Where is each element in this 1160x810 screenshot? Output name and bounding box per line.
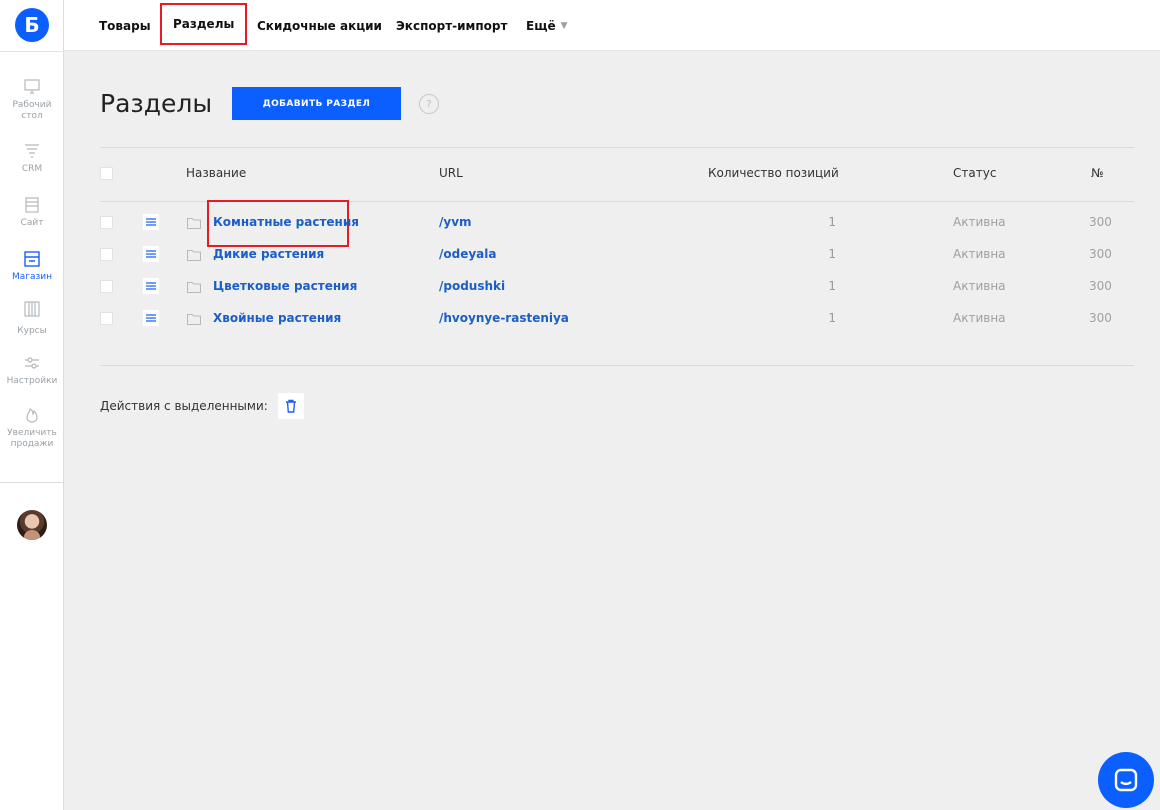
- sort-number: 300: [1089, 311, 1112, 325]
- folder-icon: [187, 282, 201, 293]
- section-url-link[interactable]: /podushki: [439, 279, 505, 293]
- sort-number: 300: [1089, 215, 1112, 229]
- status-badge: Активна: [953, 215, 1006, 229]
- sidebar-item-label: Увеличить: [7, 428, 57, 438]
- chat-button[interactable]: [1098, 752, 1154, 808]
- sidebar-item-crm[interactable]: CRM: [0, 142, 64, 175]
- tab-products[interactable]: Товары: [99, 0, 151, 51]
- sidebar-item-label: стол: [21, 111, 43, 121]
- folder-icon: [187, 250, 201, 261]
- position-count: 1: [828, 215, 836, 229]
- sidebar-item-label: Настройки: [6, 376, 58, 386]
- status-badge: Активна: [953, 311, 1006, 325]
- column-header-status[interactable]: Статус: [953, 166, 996, 180]
- position-count: 1: [828, 279, 836, 293]
- row-checkbox[interactable]: [100, 248, 113, 261]
- section-name-link[interactable]: Хвойные растения: [213, 311, 341, 325]
- funnel-icon: [25, 144, 39, 158]
- sidebar-item-label: Курсы: [17, 326, 47, 336]
- drag-handle-icon[interactable]: [143, 214, 159, 230]
- divider: [100, 147, 1134, 148]
- chat-icon: [1114, 768, 1138, 792]
- logo[interactable]: Б: [15, 8, 49, 42]
- sort-number: 300: [1089, 247, 1112, 261]
- tab-more[interactable]: Ещё ▼: [526, 0, 568, 51]
- tab-export-import[interactable]: Экспорт-импорт: [396, 0, 507, 51]
- drag-handle-icon[interactable]: [143, 246, 159, 262]
- add-section-button[interactable]: ДОБАВИТЬ РАЗДЕЛ: [232, 87, 401, 120]
- sidebar-item-courses[interactable]: Курсы: [0, 300, 64, 337]
- section-name-link[interactable]: Комнатные растения: [213, 215, 359, 229]
- chevron-down-icon: ▼: [560, 20, 568, 31]
- drag-handle-icon[interactable]: [143, 310, 159, 326]
- top-nav: Товары Разделы Скидочные акции Экспорт-и…: [64, 0, 1160, 51]
- site-icon: [25, 197, 39, 213]
- desktop-icon: [24, 79, 40, 94]
- courses-icon: [24, 301, 40, 317]
- folder-icon: [187, 314, 201, 325]
- trash-icon: [286, 399, 296, 413]
- tab-discounts[interactable]: Скидочные акции: [257, 0, 382, 51]
- page-title: Разделы: [100, 89, 213, 118]
- delete-selected-button[interactable]: [278, 393, 304, 419]
- row-checkbox[interactable]: [100, 216, 113, 229]
- bulk-actions-label: Действия с выделенными:: [100, 399, 268, 413]
- tab-more-label: Ещё: [526, 18, 556, 33]
- settings-icon: [25, 357, 39, 369]
- sidebar-item-desktop[interactable]: Рабочий стол: [0, 78, 64, 122]
- column-header-count[interactable]: Количество позиций: [708, 166, 839, 180]
- help-icon[interactable]: ?: [419, 94, 439, 114]
- sidebar-item-boost-sales[interactable]: Увеличить продажи: [0, 406, 64, 450]
- row-checkbox[interactable]: [100, 280, 113, 293]
- select-all-checkbox[interactable]: [100, 167, 113, 180]
- tab-sections[interactable]: Разделы: [160, 3, 248, 45]
- section-name-link[interactable]: Дикие растения: [213, 247, 324, 261]
- drag-handle-icon[interactable]: [143, 278, 159, 294]
- store-icon: [24, 251, 40, 267]
- divider: [0, 482, 64, 483]
- section-url-link[interactable]: /hvoynye-rasteniya: [439, 311, 569, 325]
- avatar[interactable]: [17, 510, 47, 540]
- sidebar-item-label: Сайт: [20, 218, 44, 228]
- sidebar-item-label: Магазин: [11, 272, 53, 282]
- sidebar-item-settings[interactable]: Настройки: [0, 354, 64, 387]
- position-count: 1: [828, 311, 836, 325]
- column-header-name[interactable]: Название: [186, 166, 246, 180]
- section-url-link[interactable]: /yvm: [439, 215, 472, 229]
- sidebar-item-site[interactable]: Сайт: [0, 196, 64, 229]
- section-name-link[interactable]: Цветковые растения: [213, 279, 357, 293]
- status-badge: Активна: [953, 247, 1006, 261]
- section-url-link[interactable]: /odeyala: [439, 247, 497, 261]
- row-checkbox[interactable]: [100, 312, 113, 325]
- column-header-number[interactable]: №: [1091, 166, 1103, 180]
- column-header-url[interactable]: URL: [439, 166, 463, 180]
- folder-icon: [187, 218, 201, 229]
- divider: [100, 365, 1134, 366]
- position-count: 1: [828, 247, 836, 261]
- status-badge: Активна: [953, 279, 1006, 293]
- sort-number: 300: [1089, 279, 1112, 293]
- sidebar-item-label: CRM: [21, 164, 43, 174]
- fire-icon: [26, 408, 38, 423]
- divider: [0, 51, 64, 52]
- sidebar-item-label: продажи: [10, 439, 54, 449]
- sidebar-item-store[interactable]: Магазин: [0, 250, 64, 283]
- sidebar-item-label: Рабочий: [12, 100, 52, 110]
- sidebar: Б Рабочий стол CRM Сайт Магазин Курсы На…: [0, 0, 64, 810]
